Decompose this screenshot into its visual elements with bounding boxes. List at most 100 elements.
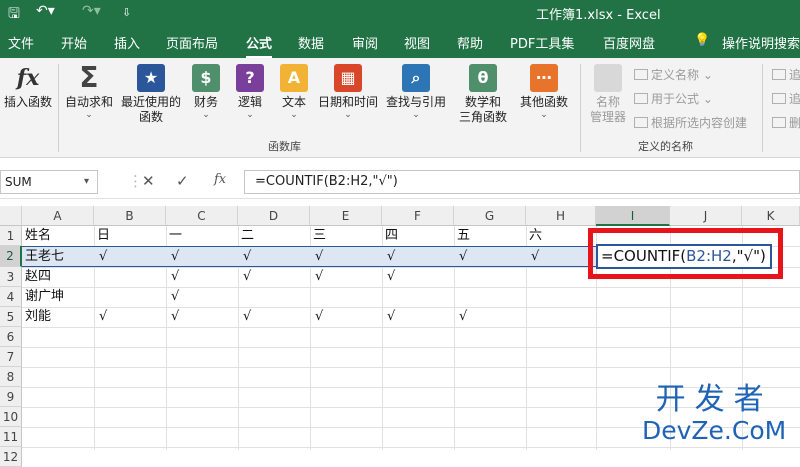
- undo-icon[interactable]: ↶▾: [36, 3, 55, 19]
- column-header-b[interactable]: B: [94, 206, 166, 226]
- cell-c5[interactable]: √: [168, 307, 179, 327]
- create-from-selection-button[interactable]: 根据所选内容创建: [634, 114, 747, 131]
- tab-view[interactable]: 视图: [404, 33, 430, 52]
- cell-b2[interactable]: √: [96, 247, 107, 267]
- row-header-5[interactable]: 5: [0, 307, 22, 327]
- logical-button[interactable]: ? 逻辑 ⌄: [232, 64, 268, 120]
- row-header-9[interactable]: 9: [0, 387, 22, 407]
- magnifier-icon: ⌕: [402, 64, 430, 92]
- cell-e5[interactable]: √: [312, 307, 323, 327]
- cell-d1[interactable]: 二: [238, 226, 254, 246]
- math-trig-button[interactable]: θ 数学和 三角函数: [452, 64, 514, 125]
- cell-e3[interactable]: √: [312, 267, 323, 287]
- row-header-3[interactable]: 3: [0, 267, 22, 287]
- row-header-10[interactable]: 10: [0, 407, 22, 427]
- date-time-button[interactable]: ▦ 日期和时间 ⌄: [316, 64, 380, 120]
- text-button[interactable]: A 文本 ⌄: [276, 64, 312, 120]
- lightbulb-icon[interactable]: 💡: [694, 33, 710, 48]
- tab-review[interactable]: 审阅: [352, 33, 378, 52]
- column-header-h[interactable]: H: [526, 206, 596, 226]
- chevron-down-icon: ⌄: [246, 110, 254, 120]
- row-header-12[interactable]: 12: [0, 447, 22, 467]
- more-functions-button[interactable]: ⋯ 其他函数 ⌄: [516, 64, 572, 120]
- cell-a2[interactable]: 王老七: [22, 247, 64, 267]
- row-header-11[interactable]: 11: [0, 427, 22, 447]
- cell-a4[interactable]: 谢广坤: [22, 287, 64, 307]
- cell-b5[interactable]: √: [96, 307, 107, 327]
- customize-quick-access-icon[interactable]: ⇩: [122, 6, 131, 19]
- column-header-c[interactable]: C: [166, 206, 238, 226]
- column-header-i[interactable]: I: [596, 206, 670, 226]
- row-header-7[interactable]: 7: [0, 347, 22, 367]
- cell-d3[interactable]: √: [240, 267, 251, 287]
- row-header-6[interactable]: 6: [0, 327, 22, 347]
- tab-file[interactable]: 文件: [8, 33, 34, 52]
- recently-used-button[interactable]: ★ 最近使用的 函数: [118, 64, 184, 125]
- use-in-formula-button[interactable]: 用于公式 ⌄: [634, 90, 713, 107]
- cell-e1[interactable]: 三: [310, 226, 326, 246]
- cancel-icon[interactable]: ✕: [142, 172, 155, 190]
- select-all-corner[interactable]: [0, 206, 22, 226]
- row-header-1[interactable]: 1: [0, 226, 22, 246]
- cell-c2[interactable]: √: [168, 247, 179, 267]
- tab-data[interactable]: 数据: [298, 33, 324, 52]
- row-header-2[interactable]: 2: [0, 246, 22, 267]
- tab-page-layout[interactable]: 页面布局: [166, 33, 218, 52]
- enter-icon[interactable]: ✓: [176, 172, 189, 190]
- cell-h2[interactable]: √: [528, 247, 539, 267]
- cell-g5[interactable]: √: [456, 307, 467, 327]
- cell-h1[interactable]: 六: [526, 226, 542, 246]
- cell-c4[interactable]: √: [168, 287, 179, 307]
- tab-baidu-netdisk[interactable]: 百度网盘: [603, 33, 655, 52]
- cell-f2[interactable]: √: [384, 247, 395, 267]
- autosum-button[interactable]: Σ 自动求和 ⌄: [62, 64, 116, 121]
- row-header-8[interactable]: 8: [0, 367, 22, 387]
- watermark: 开发者 DevZe.CoM: [642, 383, 786, 445]
- highlight-annotation-box: [588, 228, 783, 279]
- insert-function-button[interactable]: fx 插入函数: [2, 64, 54, 110]
- tab-home[interactable]: 开始: [61, 33, 87, 52]
- formula-controls: ⋮ ✕ ✓ fx: [128, 170, 240, 194]
- redo-icon[interactable]: ↷▾: [82, 3, 101, 19]
- column-header-e[interactable]: E: [310, 206, 382, 226]
- cell-g2[interactable]: √: [456, 247, 467, 267]
- tab-pdf-tools[interactable]: PDF工具集: [510, 33, 574, 52]
- cell-b1[interactable]: 日: [94, 226, 110, 246]
- cell-d5[interactable]: √: [240, 307, 251, 327]
- column-header-g[interactable]: G: [454, 206, 526, 226]
- column-header-f[interactable]: F: [382, 206, 454, 226]
- column-header-d[interactable]: D: [238, 206, 310, 226]
- tab-formulas[interactable]: 公式: [246, 33, 273, 59]
- trace-precedents-icon: [772, 69, 786, 80]
- cell-c3[interactable]: √: [168, 267, 179, 287]
- formula-input[interactable]: =COUNTIF(B2:H2,"√"): [244, 170, 800, 194]
- tell-me-search[interactable]: 操作说明搜索: [722, 33, 800, 52]
- trace-precedents-button[interactable]: 追: [772, 66, 800, 83]
- tab-help[interactable]: 帮助: [457, 33, 483, 52]
- cell-f1[interactable]: 四: [382, 226, 398, 246]
- trace-dependents-button[interactable]: 追: [772, 90, 800, 107]
- column-header-a[interactable]: A: [22, 206, 94, 226]
- remove-arrows-button[interactable]: 删: [772, 114, 800, 131]
- tab-insert[interactable]: 插入: [114, 33, 140, 52]
- cell-a5[interactable]: 刘能: [22, 307, 51, 327]
- row-header-4[interactable]: 4: [0, 287, 22, 307]
- cell-a1[interactable]: 姓名: [22, 226, 51, 246]
- grid-line: [22, 327, 800, 328]
- save-icon[interactable]: 🖫: [8, 3, 20, 27]
- chevron-down-icon[interactable]: ▾: [84, 170, 89, 194]
- cell-d2[interactable]: √: [240, 247, 251, 267]
- cell-g1[interactable]: 五: [454, 226, 470, 246]
- lookup-reference-button[interactable]: ⌕ 查找与引用 ⌄: [384, 64, 448, 120]
- cell-a3[interactable]: 赵四: [22, 267, 51, 287]
- cell-f3[interactable]: √: [384, 267, 395, 287]
- column-header-j[interactable]: J: [670, 206, 742, 226]
- cell-c1[interactable]: 一: [166, 226, 182, 246]
- cell-f5[interactable]: √: [384, 307, 395, 327]
- name-manager-button[interactable]: 名称 管理器: [586, 64, 630, 125]
- define-name-button[interactable]: 定义名称 ⌄: [634, 66, 713, 83]
- cell-e2[interactable]: √: [312, 247, 323, 267]
- column-header-k[interactable]: K: [742, 206, 800, 226]
- financial-button[interactable]: $ 财务 ⌄: [188, 64, 224, 120]
- fx-icon[interactable]: fx: [214, 172, 226, 187]
